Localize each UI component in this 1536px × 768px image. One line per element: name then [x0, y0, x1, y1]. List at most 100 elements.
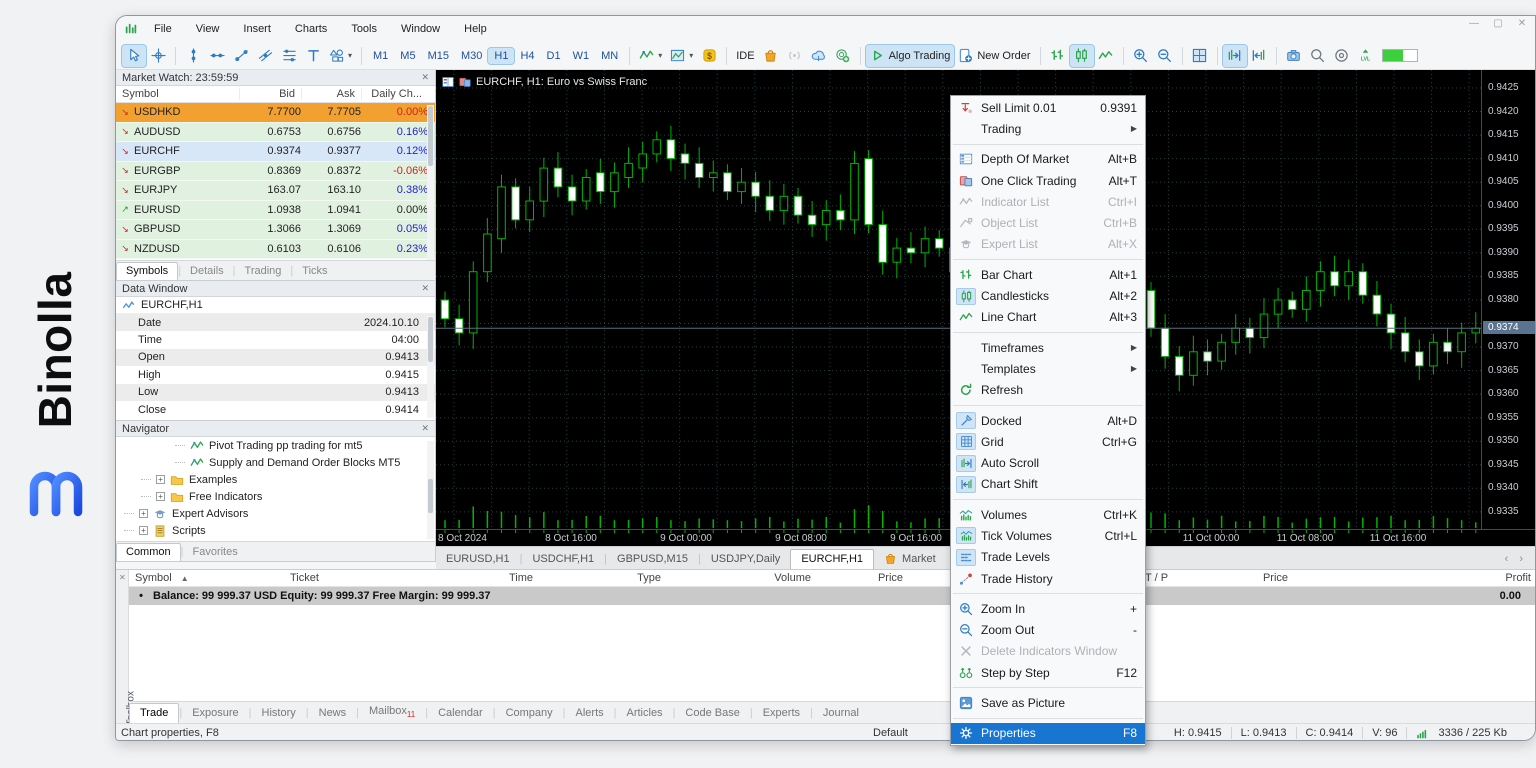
toolbox-tab-exposure[interactable]: Exposure: [182, 704, 248, 723]
line-chart-button[interactable]: [1094, 45, 1118, 67]
restore-window-button[interactable]: ▢: [1491, 18, 1505, 29]
market-watch-row-gbpusd[interactable]: ↘ GBPUSD 1.3066 1.3069 0.05%: [116, 220, 435, 240]
shapes-tool[interactable]: ▾: [325, 45, 356, 67]
expand-icon[interactable]: +: [139, 526, 148, 535]
close-icon[interactable]: ✕: [421, 283, 429, 294]
toolbox-tab-history[interactable]: History: [252, 704, 306, 723]
context-menu-item-grid[interactable]: Grid Ctrl+G: [951, 431, 1145, 452]
menubar-item-tools[interactable]: Tools: [339, 19, 389, 39]
context-menu-item-tick-volumes[interactable]: Tick Volumes Ctrl+L: [951, 525, 1145, 546]
toolbox-tab-company[interactable]: Company: [496, 704, 563, 723]
context-menu-item-candlesticks[interactable]: Candlesticks Alt+2: [951, 285, 1145, 306]
context-menu-item-chart-shift[interactable]: Chart Shift: [951, 474, 1145, 495]
channel-tool[interactable]: [253, 45, 277, 67]
toolbox-tab-experts[interactable]: Experts: [753, 704, 810, 723]
tile-windows-button[interactable]: [1188, 45, 1212, 67]
navigator-item[interactable]: Supply and Demand Order Blocks MT5: [116, 454, 435, 471]
timeframe-m5[interactable]: M5: [394, 48, 421, 64]
context-menu-item-zoom-out[interactable]: Zoom Out -: [951, 620, 1145, 641]
expand-icon[interactable]: +: [156, 475, 165, 484]
market-watch-row-eurchf[interactable]: ↘ EURCHF 0.9374 0.9377 0.12%: [116, 142, 435, 162]
horizontal-line-tool[interactable]: [205, 45, 229, 67]
context-menu-item-properties[interactable]: Properties F8: [951, 722, 1145, 745]
navigator-item[interactable]: + Examples: [116, 471, 435, 488]
menubar-item-file[interactable]: File: [142, 19, 184, 39]
toolbox-tab-code-base[interactable]: Code Base: [675, 704, 749, 723]
indicator-window-button[interactable]: ▾: [666, 45, 697, 67]
context-menu-item-auto-scroll[interactable]: Auto Scroll: [951, 452, 1145, 473]
crosshair-tool[interactable]: [146, 45, 170, 67]
trade-column-time[interactable]: Time: [434, 572, 539, 584]
ide-button[interactable]: IDE: [732, 45, 758, 67]
context-menu-item-one-click-trading[interactable]: One Click Trading Alt+T: [951, 170, 1145, 191]
context-menu-item-templates[interactable]: Templates ▶: [951, 358, 1145, 379]
chart-tab-eurusd-h1[interactable]: EURUSD,H1: [436, 550, 520, 569]
context-menu-item-zoom-in[interactable]: Zoom In +: [951, 598, 1145, 619]
chart-tab-gbpusd-m15[interactable]: GBPUSD,M15: [607, 550, 698, 569]
context-menu-item-depth-of-market[interactable]: Depth Of Market Alt+B: [951, 149, 1145, 170]
fibonacci-tool[interactable]: [277, 45, 301, 67]
market-icon[interactable]: [759, 45, 783, 67]
timeframe-mn[interactable]: MN: [595, 48, 624, 64]
market-watch-tab-symbols[interactable]: Symbols: [116, 262, 179, 280]
market-watch-row-eurusd[interactable]: ↗ EURUSD 1.0938 1.0941 0.00%: [116, 200, 435, 220]
news-icon[interactable]: [831, 45, 855, 67]
toolbox-tab-alerts[interactable]: Alerts: [566, 704, 614, 723]
navigator-tab-common[interactable]: Common: [116, 543, 181, 561]
context-menu-item-trading[interactable]: Trading ▶: [951, 118, 1145, 139]
zoom-out-button[interactable]: [1153, 45, 1177, 67]
timeframe-w1[interactable]: W1: [567, 48, 596, 64]
chart-tab-usdjpy-daily[interactable]: USDJPY,Daily: [701, 550, 791, 569]
candlestick-button[interactable]: [1068, 43, 1095, 68]
bar-chart-button[interactable]: [1046, 45, 1070, 67]
toolbox-tab-articles[interactable]: Articles: [617, 704, 673, 723]
toolbox-tab-calendar[interactable]: Calendar: [428, 704, 493, 723]
auto-scroll-button[interactable]: [1221, 43, 1248, 68]
trade-column-ticket[interactable]: Ticket: [284, 572, 434, 584]
text-tool[interactable]: [301, 45, 325, 67]
lvl-icon[interactable]: LVL: [1354, 45, 1378, 67]
navigator-item[interactable]: Pivot Trading pp trading for mt5: [116, 437, 435, 454]
timeframe-h1[interactable]: H1: [487, 46, 516, 65]
context-menu-item-line-chart[interactable]: Line Chart Alt+3: [951, 307, 1145, 328]
trade-column-symbol[interactable]: Symbol ▲: [129, 572, 284, 584]
column-header-ask[interactable]: Ask: [301, 88, 361, 100]
context-menu-item-docked[interactable]: Docked Alt+D: [951, 410, 1145, 431]
chart-tab-eurchf-h1[interactable]: EURCHF,H1: [790, 549, 875, 569]
toolbox-tab-journal[interactable]: Journal: [813, 704, 869, 723]
menubar-item-insert[interactable]: Insert: [231, 19, 283, 39]
timeframe-d1[interactable]: D1: [541, 48, 567, 64]
context-menu-item-timeframes[interactable]: Timeframes ▶: [951, 337, 1145, 358]
toolbox-tab-mailbox[interactable]: Mailbox11: [359, 702, 425, 723]
market-watch-row-usdhkd[interactable]: ↘ USDHKD 7.7700 7.7705 0.00%: [116, 103, 435, 123]
menubar-item-help[interactable]: Help: [452, 19, 499, 39]
column-header-daily-ch-[interactable]: Daily Ch...: [361, 88, 428, 100]
menubar-item-view[interactable]: View: [184, 19, 232, 39]
context-menu-item-bar-chart[interactable]: Bar Chart Alt+1: [951, 264, 1145, 285]
timeframe-m15[interactable]: M15: [422, 48, 455, 64]
timeframe-m30[interactable]: M30: [455, 48, 488, 64]
navigator-tab-favorites[interactable]: Favorites: [183, 544, 246, 561]
trade-column-price[interactable]: Price: [817, 572, 909, 584]
trade-column-volume[interactable]: Volume: [667, 572, 817, 584]
signals-icon[interactable]: [783, 45, 807, 67]
dom-mini-icon[interactable]: [442, 76, 454, 88]
context-menu-item-trade-history[interactable]: Trade History: [951, 568, 1145, 589]
toolbox-tab-news[interactable]: News: [309, 704, 357, 723]
column-header-symbol[interactable]: Symbol: [116, 88, 239, 100]
market-watch-row-nzdusd[interactable]: ↘ NZDUSD 0.6103 0.6106 0.23%: [116, 239, 435, 259]
search-icon[interactable]: [1306, 45, 1330, 67]
expand-icon[interactable]: +: [156, 492, 165, 501]
market-watch-row-audusd[interactable]: ↘ AUDUSD 0.6753 0.6756 0.16%: [116, 122, 435, 142]
timeframe-h4[interactable]: H4: [514, 48, 540, 64]
new-order-button[interactable]: New Order: [954, 45, 1034, 67]
trade-column-type[interactable]: Type: [539, 572, 667, 584]
trade-column-price[interactable]: Price: [1199, 572, 1294, 584]
navigator-item[interactable]: + Free Indicators: [116, 488, 435, 505]
scrollbar[interactable]: [427, 105, 434, 277]
market-watch-tab-details[interactable]: Details: [181, 263, 233, 280]
context-menu-item-refresh[interactable]: Refresh: [951, 380, 1145, 401]
chart-tab-usdchf-h1[interactable]: USDCHF,H1: [522, 550, 604, 569]
expand-icon[interactable]: +: [139, 509, 148, 518]
vertical-line-tool[interactable]: [181, 45, 205, 67]
